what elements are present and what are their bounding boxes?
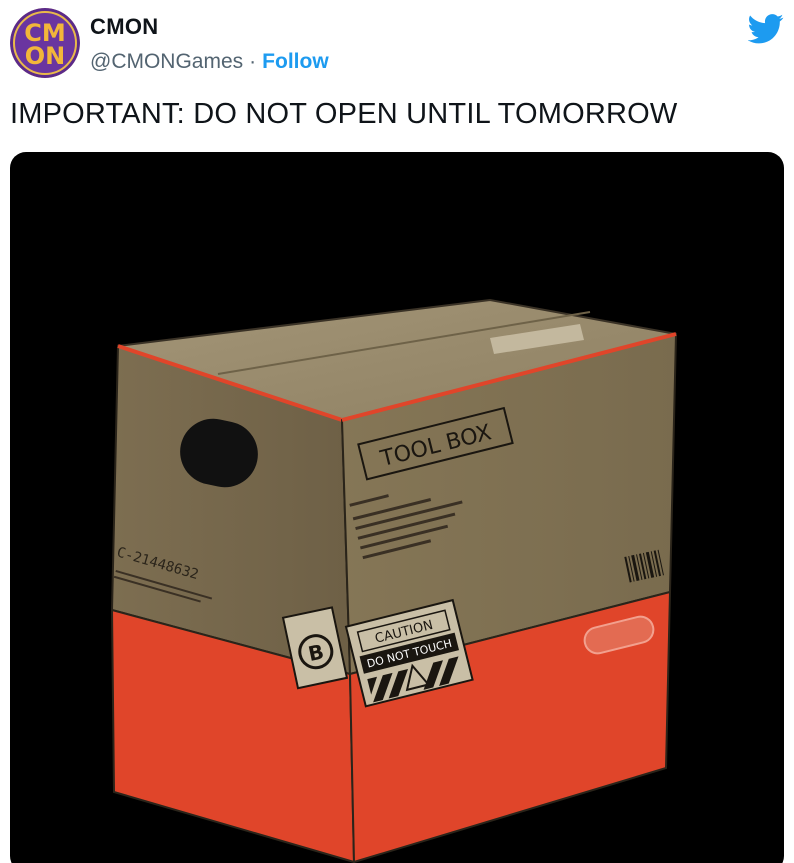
handle-row: @CMONGames · Follow xyxy=(90,50,329,74)
cmon-logo: CM ON xyxy=(10,8,80,78)
follow-link[interactable]: Follow xyxy=(262,50,329,73)
twitter-bird-icon[interactable] xyxy=(747,14,784,44)
avatar-text-line2: ON xyxy=(25,42,66,70)
separator-dot: · xyxy=(249,50,257,73)
author-handle[interactable]: @CMONGames xyxy=(90,50,243,73)
tweet-text: IMPORTANT: DO NOT OPEN UNTIL TOMORROW xyxy=(10,98,678,130)
avatar[interactable]: CM ON xyxy=(10,8,80,78)
author-name[interactable]: CMON xyxy=(90,14,158,40)
tweet-card: CM ON CMON @CMONGames · Follow IMPORTANT: … xyxy=(0,0,794,863)
tweet-image[interactable]: TOOL BOX C-21448632 B CAUTION DO NOT TOU… xyxy=(10,152,784,863)
cardboard-box-image: TOOL BOX C-21448632 B CAUTION DO NOT TOU… xyxy=(110,298,678,863)
